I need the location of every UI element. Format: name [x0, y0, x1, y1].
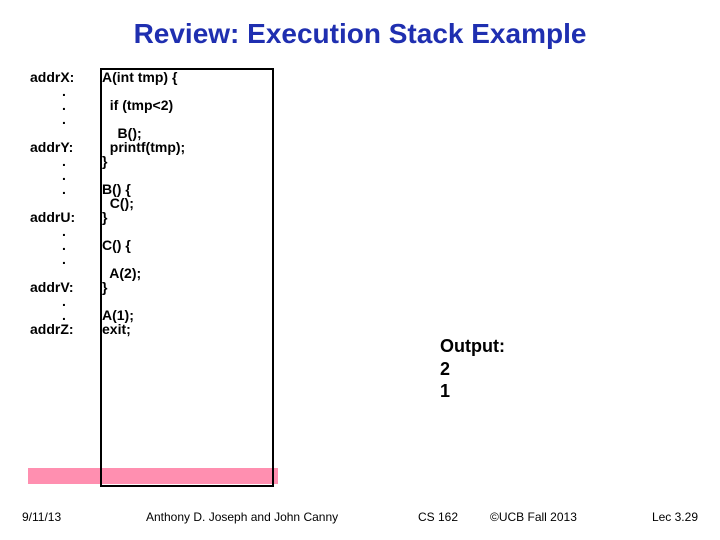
addr-cell: .: [28, 84, 100, 98]
code-row: addrZ:exit;: [28, 322, 187, 336]
addr-cell: .: [28, 182, 100, 196]
footer-author: Anthony D. Joseph and John Canny: [146, 510, 338, 524]
slide: Review: Execution Stack Example addrX:A(…: [0, 0, 720, 540]
exit-highlight: [28, 468, 278, 484]
code-row: .B() {: [28, 182, 187, 196]
code-row: .: [28, 84, 187, 98]
addr-cell: .: [28, 168, 100, 182]
code-row: .: [28, 252, 187, 266]
code-row: addrU:}: [28, 210, 187, 224]
code-cell: [100, 84, 187, 98]
code-row: C();: [28, 196, 187, 210]
slide-title: Review: Execution Stack Example: [0, 18, 720, 50]
code-cell: A(2);: [100, 266, 187, 280]
addr-cell: .: [28, 98, 100, 112]
code-cell: }: [100, 210, 187, 224]
code-row: addrY: printf(tmp);: [28, 140, 187, 154]
code-row: .: [28, 294, 187, 308]
addr-cell: addrY:: [28, 140, 100, 154]
code-row: .}: [28, 154, 187, 168]
code-cell: if (tmp<2): [100, 98, 187, 112]
output-label: Output:: [440, 335, 505, 358]
code-cell: B();: [100, 126, 187, 140]
code-cell: C() {: [100, 238, 187, 252]
addr-cell: .: [28, 252, 100, 266]
code-row: addrX:A(int tmp) {: [28, 70, 187, 84]
output-line-1: 2: [440, 358, 505, 381]
code-cell: [100, 224, 187, 238]
addr-cell: [28, 266, 100, 280]
code-cell: exit;: [100, 322, 187, 336]
code-row: .A(1);: [28, 308, 187, 322]
code-row: .: [28, 224, 187, 238]
addr-cell: addrX:: [28, 70, 100, 84]
addr-cell: .: [28, 224, 100, 238]
addr-cell: addrV:: [28, 280, 100, 294]
code-listing: addrX:A(int tmp) {.. if (tmp<2). B();add…: [28, 70, 288, 336]
addr-cell: .: [28, 308, 100, 322]
addr-cell: .: [28, 238, 100, 252]
code-row: . if (tmp<2): [28, 98, 187, 112]
addr-cell: addrZ:: [28, 322, 100, 336]
output-line-2: 1: [440, 380, 505, 403]
code-cell: [100, 168, 187, 182]
code-cell: A(1);: [100, 308, 187, 322]
addr-cell: .: [28, 112, 100, 126]
code-cell: [100, 112, 187, 126]
code-cell: C();: [100, 196, 187, 210]
code-cell: }: [100, 154, 187, 168]
code-table: addrX:A(int tmp) {.. if (tmp<2). B();add…: [28, 70, 187, 336]
code-row: .: [28, 112, 187, 126]
code-cell: B() {: [100, 182, 187, 196]
footer-date: 9/11/13: [22, 510, 61, 524]
code-row: .: [28, 168, 187, 182]
code-cell: [100, 294, 187, 308]
code-row: B();: [28, 126, 187, 140]
output-block: Output: 2 1: [440, 335, 505, 403]
addr-cell: [28, 196, 100, 210]
footer-copy: ©UCB Fall 2013: [490, 510, 577, 524]
addr-cell: [28, 126, 100, 140]
code-cell: }: [100, 280, 187, 294]
addr-cell: .: [28, 294, 100, 308]
footer-lec: Lec 3.29: [652, 510, 698, 524]
code-row: .C() {: [28, 238, 187, 252]
code-cell: A(int tmp) {: [100, 70, 187, 84]
code-row: A(2);: [28, 266, 187, 280]
footer-course: CS 162: [418, 510, 458, 524]
addr-cell: addrU:: [28, 210, 100, 224]
code-cell: printf(tmp);: [100, 140, 187, 154]
addr-cell: .: [28, 154, 100, 168]
code-cell: [100, 252, 187, 266]
code-row: addrV:}: [28, 280, 187, 294]
